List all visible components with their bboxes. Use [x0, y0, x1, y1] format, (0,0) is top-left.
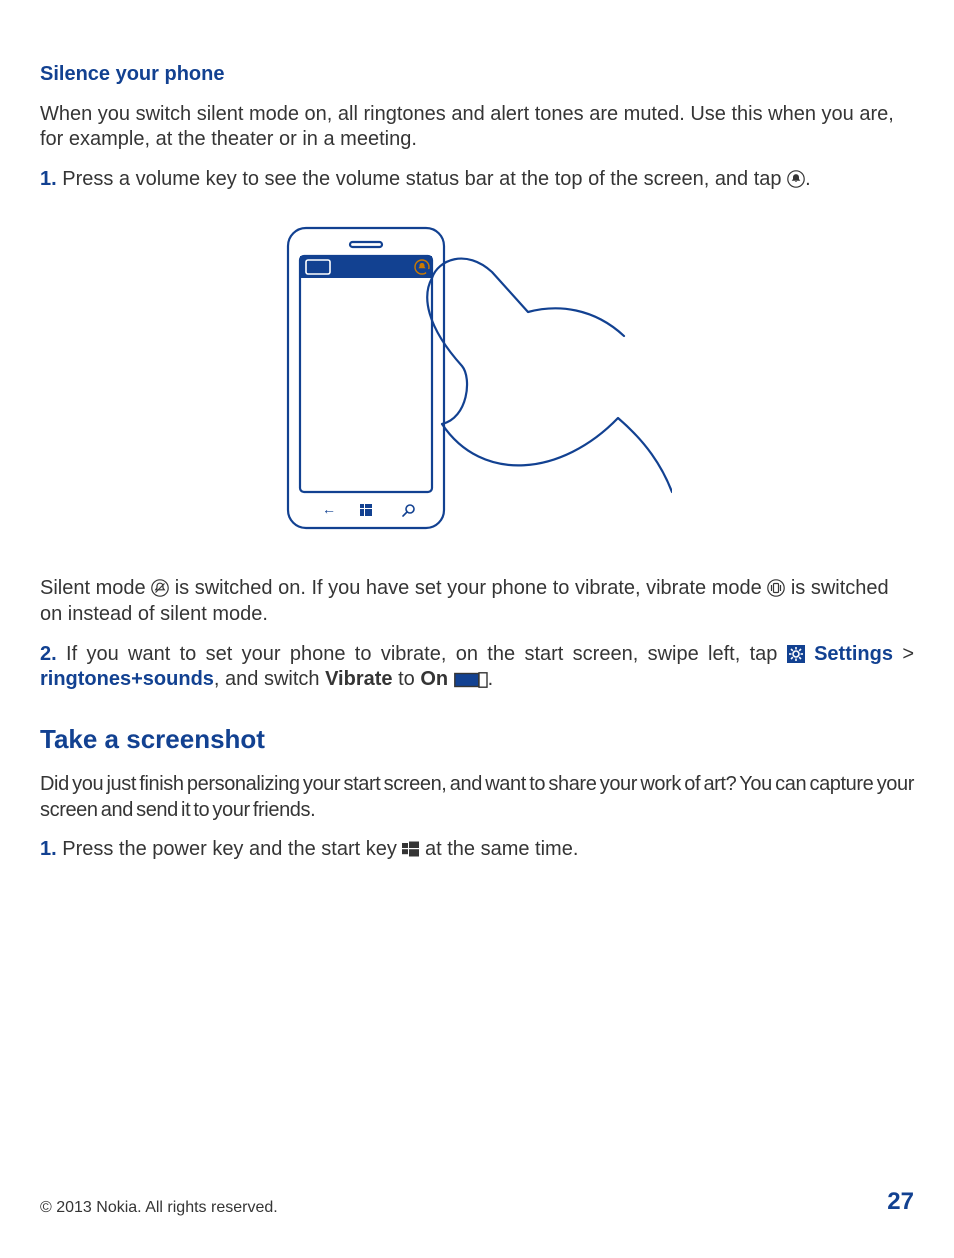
step2-c: to — [393, 668, 421, 690]
step1s-a: Press the power key and the start key — [57, 838, 403, 860]
step2-silence: 2. If you want to set your phone to vibr… — [40, 642, 914, 693]
start-key-icon — [402, 841, 419, 858]
heading-screenshot: Take a screenshot — [40, 723, 914, 756]
silent-a: Silent mode — [40, 577, 151, 599]
step2-b: , and switch — [214, 668, 325, 690]
step1s-b: at the same time. — [419, 838, 578, 860]
silent-b: is switched on. If you have set your pho… — [169, 577, 767, 599]
intro-silence: When you switch silent mode on, all ring… — [40, 102, 914, 153]
toggle-on-icon — [454, 672, 488, 688]
step1-screenshot: 1. Press the power key and the start key… — [40, 837, 914, 863]
step1-text-a: Press a volume key to see the volume sta… — [57, 168, 787, 190]
figure-phone-tap: 09 ← — [40, 222, 914, 542]
phone-volume-text: 09 — [309, 262, 321, 274]
settings-label: Settings — [805, 643, 893, 665]
gt: > — [893, 643, 914, 665]
copyright: © 2013 Nokia. All rights reserved. — [40, 1198, 278, 1218]
bell-silent-icon — [151, 579, 169, 597]
vibrate-label: Vibrate — [325, 668, 392, 690]
ringtones-label: ringtones+sounds — [40, 668, 214, 690]
page-number: 27 — [887, 1187, 914, 1218]
step-number: 2. — [40, 643, 57, 665]
step1-silence: 1. Press a volume key to see the volume … — [40, 167, 914, 193]
settings-tile-icon — [787, 645, 805, 663]
intro-screenshot: Did you just finish personalizing your s… — [40, 772, 914, 823]
page-footer: © 2013 Nokia. All rights reserved. 27 — [40, 1187, 914, 1218]
bell-ring-icon — [787, 170, 805, 188]
step-number: 1. — [40, 168, 57, 190]
vibrate-mode-icon — [767, 579, 785, 597]
svg-text:←: ← — [322, 501, 336, 517]
heading-silence: Silence your phone — [40, 62, 914, 88]
on-label: On — [420, 668, 448, 690]
step2-a: If you want to set your phone to vibrate… — [57, 643, 787, 665]
step2-e: . — [488, 668, 494, 690]
step1-text-b: . — [805, 168, 811, 190]
step-number: 1. — [40, 838, 57, 860]
silent-mode-paragraph: Silent mode is switched on. If you have … — [40, 576, 914, 627]
